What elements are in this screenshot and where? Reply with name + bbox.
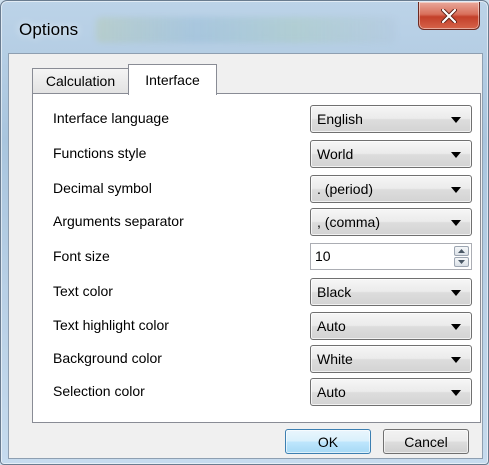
- window-title: Options: [19, 20, 79, 39]
- selection-color-select[interactable]: Auto: [310, 378, 472, 406]
- setting-row-decimal-symbol: Decimal symbol . (period): [33, 175, 480, 203]
- functions-style-select[interactable]: World: [310, 140, 472, 168]
- chevron-down-icon: [451, 152, 461, 158]
- background-color-select[interactable]: White: [310, 345, 472, 373]
- chevron-down-icon: [451, 220, 461, 226]
- setting-label: Interface language: [53, 110, 169, 126]
- spinner-value: 10: [315, 248, 331, 264]
- chevron-down-icon: [451, 187, 461, 193]
- tab-interface[interactable]: Interface: [128, 64, 217, 95]
- cancel-button[interactable]: Cancel: [383, 429, 469, 454]
- font-size-spinner[interactable]: 10: [310, 243, 472, 270]
- arguments-separator-select[interactable]: , (comma): [310, 208, 472, 236]
- setting-label: Background color: [53, 350, 162, 366]
- setting-row-functions-style: Functions style World: [33, 140, 480, 168]
- close-icon: [441, 8, 457, 23]
- select-value: Black: [317, 284, 352, 300]
- text-highlight-color-select[interactable]: Auto: [310, 312, 472, 340]
- setting-row-text-color: Text color Black: [33, 278, 480, 306]
- spinner-up-button[interactable]: [454, 246, 469, 256]
- options-dialog: Options Calculation Interface Interface …: [0, 0, 489, 465]
- setting-label: Selection color: [53, 383, 145, 399]
- ok-button-label: OK: [317, 433, 339, 450]
- interface-tab-panel: Interface language English Functions sty…: [32, 93, 481, 423]
- select-value: Auto: [317, 384, 346, 400]
- cancel-button-label: Cancel: [404, 433, 448, 450]
- interface-language-select[interactable]: English: [310, 105, 472, 133]
- select-value: , (comma): [317, 214, 380, 230]
- dialog-content: Calculation Interface Interface language…: [8, 53, 483, 459]
- decimal-symbol-select[interactable]: . (period): [310, 175, 472, 203]
- arrow-up-icon: [458, 249, 465, 253]
- setting-row-selection-color: Selection color Auto: [33, 378, 480, 406]
- setting-label: Text highlight color: [53, 317, 169, 333]
- chevron-down-icon: [451, 324, 461, 330]
- setting-row-interface-language: Interface language English: [33, 105, 480, 133]
- tab-interface-label: Interface: [145, 72, 200, 88]
- arrow-down-icon: [458, 260, 465, 264]
- tab-calculation-label: Calculation: [45, 73, 116, 89]
- text-color-select[interactable]: Black: [310, 278, 472, 306]
- chevron-down-icon: [451, 357, 461, 363]
- select-value: White: [317, 351, 353, 367]
- setting-label: Font size: [53, 248, 110, 264]
- title-bar[interactable]: Options: [1, 1, 488, 51]
- setting-row-text-highlight-color: Text highlight color Auto: [33, 312, 480, 340]
- select-value: . (period): [317, 181, 374, 197]
- setting-label: Decimal symbol: [53, 180, 152, 196]
- select-value: World: [317, 146, 354, 162]
- chevron-down-icon: [451, 290, 461, 296]
- spinner-down-button[interactable]: [454, 257, 469, 267]
- select-value: Auto: [317, 318, 346, 334]
- tab-calculation[interactable]: Calculation: [32, 68, 129, 93]
- setting-row-background-color: Background color White: [33, 345, 480, 373]
- chevron-down-icon: [451, 117, 461, 123]
- ok-button[interactable]: OK: [285, 429, 371, 454]
- setting-label: Text color: [53, 283, 113, 299]
- close-button[interactable]: [418, 2, 480, 30]
- select-value: English: [317, 111, 363, 127]
- setting-row-arguments-separator: Arguments separator , (comma): [33, 208, 480, 236]
- setting-row-font-size: Font size 10: [33, 243, 480, 271]
- spinner-buttons: [454, 246, 469, 267]
- setting-label: Arguments separator: [53, 213, 184, 229]
- title-bar-background: [96, 17, 396, 43]
- setting-label: Functions style: [53, 145, 147, 161]
- chevron-down-icon: [451, 390, 461, 396]
- tab-strip: Calculation Interface: [23, 64, 463, 95]
